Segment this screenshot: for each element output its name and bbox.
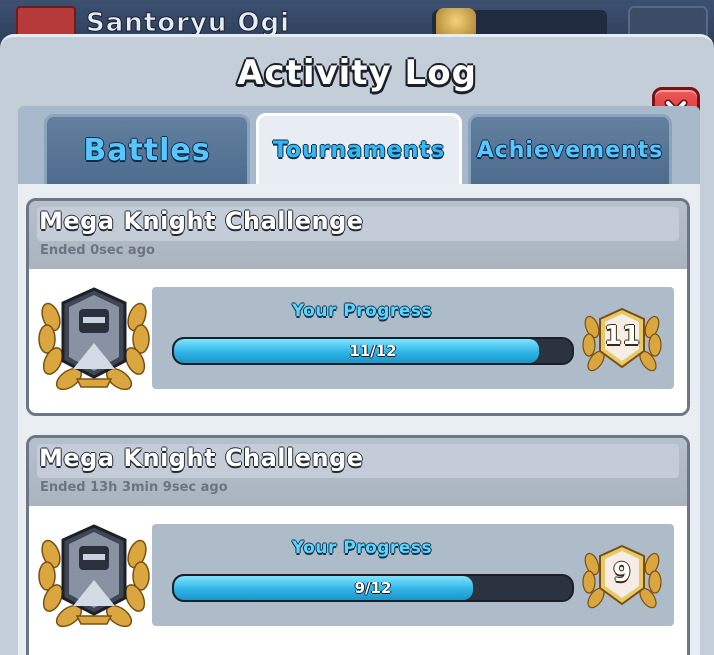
entry-header: Mega Knight Challenge Ended 0sec ago [29,201,687,269]
tab-tournaments-label: Tournaments [272,138,446,163]
progress-label: Your Progress [291,538,433,558]
progress-bar: 9/12 [172,574,574,602]
tournament-entry[interactable]: Mega Knight Challenge Ended 0sec ago You… [26,198,690,416]
tab-battles[interactable]: Battles [44,114,250,184]
entry-title: Mega Knight Challenge [39,207,364,235]
progress-panel: Your Progress 9/12 9 [152,524,674,626]
entry-header: Mega Knight Challenge Ended 13h 3min 9se… [29,438,687,506]
tab-achievements-label: Achievements [476,138,664,163]
progress-bar: 11/12 [172,337,574,365]
mega-knight-card-icon [38,287,150,391]
entry-body: Your Progress 11/12 11 [29,269,687,413]
tab-battles-label: Battles [83,133,211,168]
progress-label: Your Progress [291,301,433,321]
progress-text: 11/12 [349,342,397,360]
progress-panel: Your Progress 11/12 11 [152,287,674,389]
progress-text: 9/12 [354,579,392,597]
wins-badge: 9 [582,538,662,614]
wins-badge: 11 [582,301,662,377]
wins-count: 11 [603,321,641,351]
tab-achievements[interactable]: Achievements [468,114,672,184]
entry-ended-time: Ended 13h 3min 9sec ago [40,480,228,495]
entry-title: Mega Knight Challenge [39,444,364,472]
panel-title: Activity Log [237,53,477,93]
entry-ended-time: Ended 0sec ago [40,243,155,258]
entry-body: Your Progress 9/12 9 [29,506,687,655]
mega-knight-card-icon [38,524,150,628]
tab-tournaments[interactable]: Tournaments [256,113,462,185]
tournament-entry[interactable]: Mega Knight Challenge Ended 13h 3min 9se… [26,435,690,655]
wins-count: 9 [612,558,632,588]
